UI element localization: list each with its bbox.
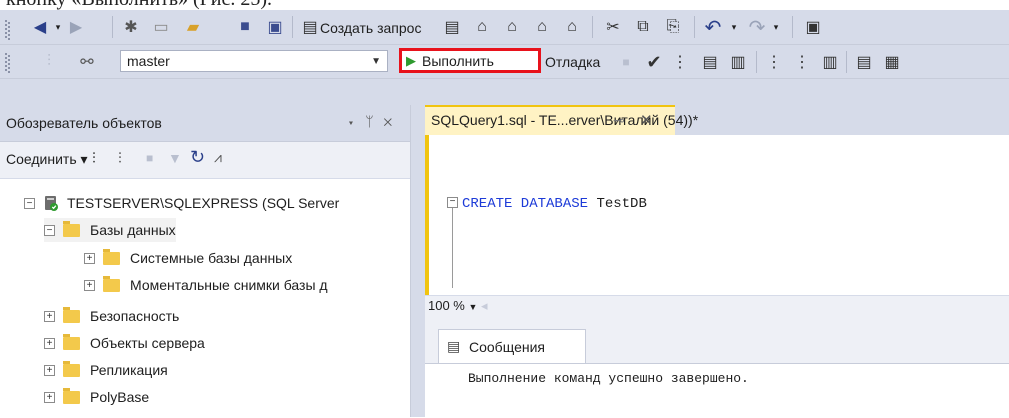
expand-icon[interactable]: + [84, 252, 95, 264]
redo-icon[interactable]: ↷ [744, 15, 770, 39]
client-stats-icon[interactable]: ▥ [818, 50, 842, 74]
tab-messages[interactable]: ▤ Сообщения [438, 329, 586, 363]
expand-icon[interactable]: + [44, 310, 55, 322]
undo-icon[interactable]: ↶ [700, 15, 726, 39]
results-to-text-icon[interactable]: ▤ [852, 50, 876, 74]
tree-item-label: Репликация [90, 362, 168, 378]
parse-icon[interactable]: ✔ [642, 50, 666, 74]
close-icon[interactable]: ✕ [640, 111, 653, 129]
tree-item-label: Моментальные снимки базы д [130, 277, 328, 293]
display-plan-icon[interactable]: ⋮ [668, 50, 692, 74]
scroll-left-icon[interactable]: ◂ [481, 298, 488, 313]
query-designer-icon[interactable]: ▤ [698, 50, 722, 74]
editor-status-bar [425, 295, 1009, 318]
tree-item[interactable]: + Объекты сервера [44, 331, 205, 355]
folder-icon [63, 306, 80, 323]
collapse-icon[interactable]: − [44, 224, 55, 236]
xmla-icon[interactable]: ⌂ [500, 15, 524, 39]
collapse-icon[interactable]: − [24, 197, 35, 209]
chevron-down-icon[interactable]: ▾ [770, 15, 782, 39]
debug-button[interactable]: Отладка [545, 52, 600, 72]
mdx-icon[interactable]: ▤ [440, 15, 464, 39]
folder-icon [63, 387, 80, 404]
tab-title: SQLQuery1.sql - TE...erver\Виталий (54))… [431, 112, 699, 128]
tree-item-label: Базы данных [90, 222, 176, 238]
dmx-icon[interactable]: ⌂ [470, 15, 494, 39]
copy-icon[interactable]: ⧉ [630, 15, 656, 39]
outline-line [452, 208, 453, 288]
tree-item[interactable]: + PolyBase [44, 385, 149, 409]
results-to-grid-icon[interactable]: ▦ [880, 50, 904, 74]
folder-icon [103, 248, 120, 265]
tree-item-label: Безопасность [90, 308, 180, 324]
folder-icon [63, 360, 80, 377]
play-icon: ▶ [406, 52, 416, 68]
cut-icon[interactable]: ✂ [600, 15, 626, 39]
tree-item[interactable]: − TESTSERVER\SQLEXPRESS (SQL Server [24, 191, 339, 215]
solution-explorer-icon[interactable]: ▣ [800, 15, 826, 39]
zoom-value: 100 % [428, 298, 465, 313]
tree-item[interactable]: + Моментальные снимки базы д [84, 273, 328, 297]
folder-icon [63, 333, 80, 350]
chevron-down-icon[interactable]: ▾ [728, 15, 740, 39]
code-line: CREATE DATABASE TestDB [462, 196, 647, 212]
include-plan-icon[interactable]: ⋮ [762, 50, 786, 74]
analysis-icon[interactable]: ⌂ [560, 15, 584, 39]
expand-icon[interactable]: + [44, 337, 55, 349]
dax-icon[interactable]: ⌂ [530, 15, 554, 39]
code-identifier: TestDB [596, 196, 647, 212]
stop-icon[interactable]: ■ [616, 50, 636, 74]
tree-item[interactable]: + Системные базы данных [84, 246, 292, 270]
pin-icon[interactable]: ⊸ [613, 112, 625, 129]
expand-icon[interactable]: + [44, 391, 55, 403]
tree-item-label: Объекты сервера [90, 335, 205, 351]
tab-sqlquery1[interactable]: SQLQuery1.sql - TE...erver\Виталий (54))… [425, 105, 698, 135]
tree-item[interactable]: + Репликация [44, 358, 168, 382]
tree-item-label: PolyBase [90, 389, 150, 405]
zoom-select[interactable]: 100 % ▼ ◂ [428, 297, 502, 315]
query-editor[interactable] [425, 135, 1009, 295]
server-icon [43, 195, 59, 211]
code-keyword: CREATE DATABASE [462, 196, 589, 212]
tree-item[interactable]: − Базы данных [44, 218, 176, 242]
object-explorer-tree: − TESTSERVER\SQLEXPRESS (SQL Server − Базы … [0, 0, 405, 417]
debug-label: Отладка [545, 54, 601, 70]
folder-icon [63, 220, 80, 237]
tree-item[interactable]: + Безопасность [44, 304, 179, 328]
intellisense-icon[interactable]: ▥ [726, 50, 750, 74]
folder-icon [103, 275, 120, 292]
messages-tab-label: Сообщения [469, 339, 545, 355]
tree-item-label: Системные базы данных [130, 250, 293, 266]
messages-icon: ▤ [447, 338, 461, 354]
chevron-down-icon: ▼ [468, 302, 478, 312]
expand-icon[interactable]: + [44, 364, 55, 376]
tree-item-label: TESTSERVER\SQLEXPRESS (SQL Server [67, 195, 340, 211]
expand-icon[interactable]: + [84, 279, 95, 291]
execute-button[interactable]: ▶ Выполнить [399, 48, 541, 73]
paste-icon[interactable]: ⎘ [660, 15, 686, 39]
result-message: Выполнение команд успешно завершено. [468, 371, 749, 386]
live-stats-icon[interactable]: ⋮ [790, 50, 814, 74]
execute-label: Выполнить [422, 52, 494, 69]
collapse-icon[interactable]: − [447, 197, 458, 208]
